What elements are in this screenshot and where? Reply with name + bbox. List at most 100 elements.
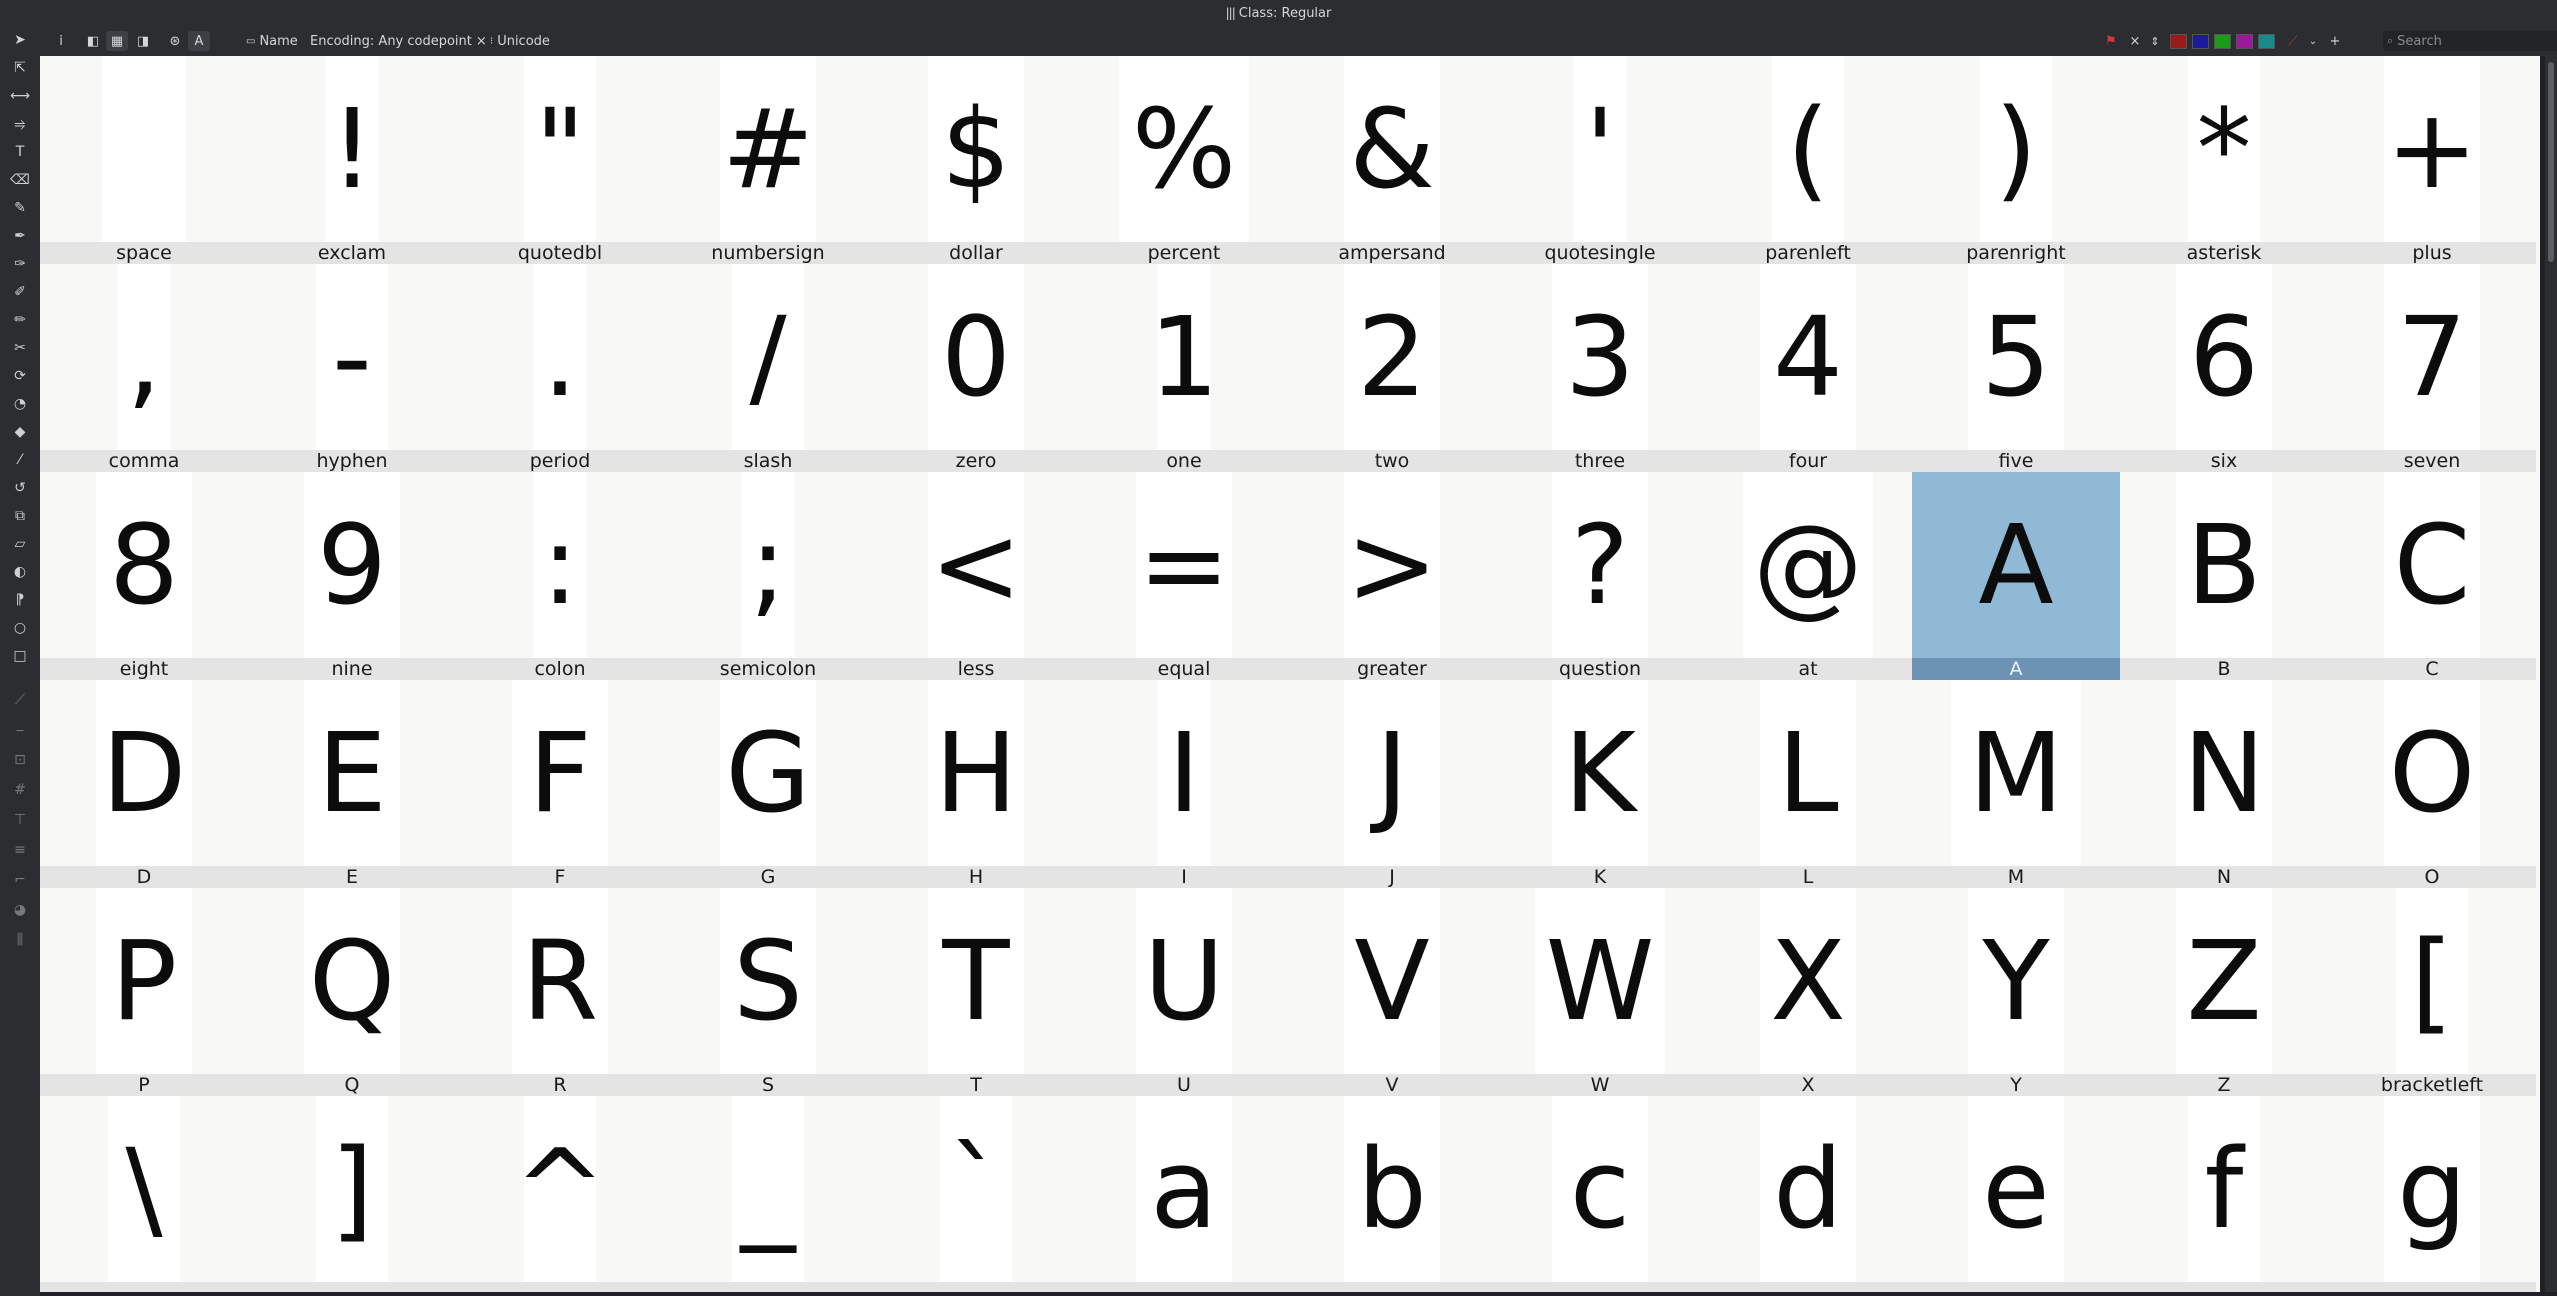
calligraphy-tool-icon[interactable]: ✑ — [8, 254, 32, 274]
glyph-cell[interactable]: ? question — [1496, 472, 1704, 680]
glyph-cell[interactable]: EE — [248, 680, 456, 888]
eyedropper-tool-icon[interactable]: ⁋ — [8, 590, 32, 610]
glyph-cell[interactable]: VV — [1288, 888, 1496, 1096]
skew-tool-icon[interactable]: ▱ — [8, 534, 32, 554]
grid-view-button[interactable]: ▦ — [106, 31, 128, 51]
glyph-cell[interactable]: < less — [872, 472, 1080, 680]
glyph-cell[interactable]: _ — [664, 1096, 872, 1292]
glyph-cell[interactable]: 7 seven — [2328, 264, 2536, 472]
spiro-tool-icon[interactable]: ✐ — [8, 282, 32, 302]
glyph-cell[interactable]: a — [1080, 1096, 1288, 1292]
glyph-cell[interactable]: ZZ — [2120, 888, 2328, 1096]
glyph-cell[interactable]: UU — [1080, 888, 1288, 1096]
grid-scrollbar[interactable] — [2545, 56, 2557, 1292]
glyph-cell[interactable]: DD — [40, 680, 248, 888]
metrics-tool-icon[interactable]: ⎯ — [8, 720, 32, 740]
inspector-toggle-button[interactable]: ◨ — [132, 31, 154, 51]
ellipse-tool-icon[interactable]: ○ — [8, 618, 32, 638]
rotate-tool-icon[interactable]: ⟳ — [8, 366, 32, 386]
shapes-tool-icon[interactable]: ⧉ — [8, 506, 32, 526]
glyph-cell[interactable]: ; semicolon — [664, 472, 872, 680]
glyph-cell[interactable]: ) parenright — [1912, 56, 2120, 264]
glyph-cell[interactable]: & ampersand — [1288, 56, 1496, 264]
glyph-cell[interactable]: YY — [1912, 888, 2120, 1096]
knife-tool-icon[interactable]: ✂ — [8, 338, 32, 358]
glyph-cell[interactable]: 5 five — [1912, 264, 2120, 472]
glyph-cell[interactable]: SS — [664, 888, 872, 1096]
boolean-tool-icon[interactable]: ◐ — [8, 562, 32, 582]
guide-tool-icon[interactable]: ⟋ — [8, 690, 32, 710]
glyph-cell[interactable]: QQ — [248, 888, 456, 1096]
glyph-cell[interactable]: - hyphen — [248, 264, 456, 472]
sort-button[interactable]: ⇕ — [2144, 31, 2166, 51]
list-tool-icon[interactable]: ≡ — [8, 840, 32, 860]
glyph-cell[interactable]: e — [1912, 1096, 2120, 1292]
text-tool-icon[interactable]: T — [8, 142, 32, 162]
glyph-cell[interactable]: II — [1080, 680, 1288, 888]
glyph-cell[interactable]: @ at — [1704, 472, 1912, 680]
pencil-tool-icon[interactable]: ⁄ — [8, 450, 32, 470]
glyph-cell[interactable]: % percent — [1080, 56, 1288, 264]
glyph-cell[interactable]: CC — [2328, 472, 2536, 680]
glyph-cell[interactable]: 0 zero — [872, 264, 1080, 472]
sidebar-toggle-button[interactable]: ◧ — [82, 31, 104, 51]
glyph-cell[interactable]: NN — [2120, 680, 2328, 888]
glyph-cell[interactable]: , comma — [40, 264, 248, 472]
glyph-cell[interactable]: : colon — [456, 472, 664, 680]
glyph-cell[interactable]: ^ — [456, 1096, 664, 1292]
curvature-tool-icon[interactable]: ◔ — [8, 394, 32, 414]
glyph-cell[interactable]: b — [1288, 1096, 1496, 1292]
glyph-cell[interactable]: MM — [1912, 680, 2120, 888]
glyph-cell[interactable]: WW — [1496, 888, 1704, 1096]
glyph-cell[interactable]: ] — [248, 1096, 456, 1292]
measure-tool-icon[interactable]: ⟷ — [8, 86, 32, 106]
glyph-cell[interactable]: OO — [2328, 680, 2536, 888]
glyph-cell[interactable]: ' quotesingle — [1496, 56, 1704, 264]
eraser-tool-icon[interactable]: ⌫ — [8, 170, 32, 190]
brush-tool-icon[interactable]: ✎ — [8, 198, 32, 218]
glyph-cell[interactable]: ! exclam — [248, 56, 456, 264]
glyph-cell[interactable]: TT — [872, 888, 1080, 1096]
color-swatch[interactable] — [2170, 34, 2187, 49]
glyph-cell[interactable]: 1 one — [1080, 264, 1288, 472]
filter-settings-button[interactable]: ⊛ — [164, 31, 186, 51]
glyph-cell[interactable]: 3 three — [1496, 264, 1704, 472]
color-swatch[interactable] — [2192, 34, 2209, 49]
name-column-button[interactable]: ▭ Name — [246, 31, 298, 51]
pointer-tool-icon[interactable]: ➤ — [8, 30, 32, 50]
align-tool-icon[interactable]: ⊤ — [8, 810, 32, 830]
color-menu-button[interactable]: ⌄ — [2302, 31, 2324, 51]
flag-filter-button[interactable]: ⚑ — [2100, 31, 2122, 51]
kerning-tool-icon[interactable]: ⥤ — [8, 114, 32, 134]
glyph-cell[interactable]: BB — [2120, 472, 2328, 680]
glyph-cell[interactable]: LL — [1704, 680, 1912, 888]
glyph-cell[interactable]: KK — [1496, 680, 1704, 888]
no-color-button[interactable]: ⟋ — [2282, 31, 2304, 51]
glyph-cell[interactable]: 9 nine — [248, 472, 456, 680]
pen-tool-icon[interactable]: ✒ — [8, 226, 32, 246]
glyph-cell[interactable]: 6 six — [2120, 264, 2328, 472]
glyph-cell[interactable]: # numbersign — [664, 56, 872, 264]
glyph-preview-button[interactable]: A — [188, 31, 210, 51]
anchor-tool-icon[interactable]: ⊡ — [8, 750, 32, 770]
lasso-tool-icon[interactable]: ↺ — [8, 478, 32, 498]
glyph-cell[interactable]: / slash — [664, 264, 872, 472]
glyph-cell[interactable]: = equal — [1080, 472, 1288, 680]
scrollbar-thumb[interactable] — [2548, 62, 2554, 262]
glyph-cell[interactable]: AA — [1912, 472, 2120, 680]
color-swatch[interactable] — [2258, 34, 2275, 49]
color-swatch[interactable] — [2214, 34, 2231, 49]
glyph-cell[interactable]: FF — [456, 680, 664, 888]
glyph-cell[interactable]: 2 two — [1288, 264, 1496, 472]
hook-tool-icon[interactable]: ⌐ — [8, 870, 32, 890]
grid-tool-icon[interactable]: # — [8, 780, 32, 800]
glyph-cell[interactable]: $ dollar — [872, 56, 1080, 264]
glyph-cell[interactable]: " quotedbl — [456, 56, 664, 264]
add-filter-button[interactable]: + — [2324, 31, 2346, 51]
glyph-cell[interactable]: (parenleft — [1704, 56, 1912, 264]
subselect-tool-icon[interactable]: ⇱ — [8, 58, 32, 78]
fill-tool-icon[interactable]: ◆ — [8, 422, 32, 442]
tunni-tool-icon[interactable]: ✏ — [8, 310, 32, 330]
glyph-cell[interactable]: > greater — [1288, 472, 1496, 680]
glyph-cell[interactable]: d — [1704, 1096, 1912, 1292]
